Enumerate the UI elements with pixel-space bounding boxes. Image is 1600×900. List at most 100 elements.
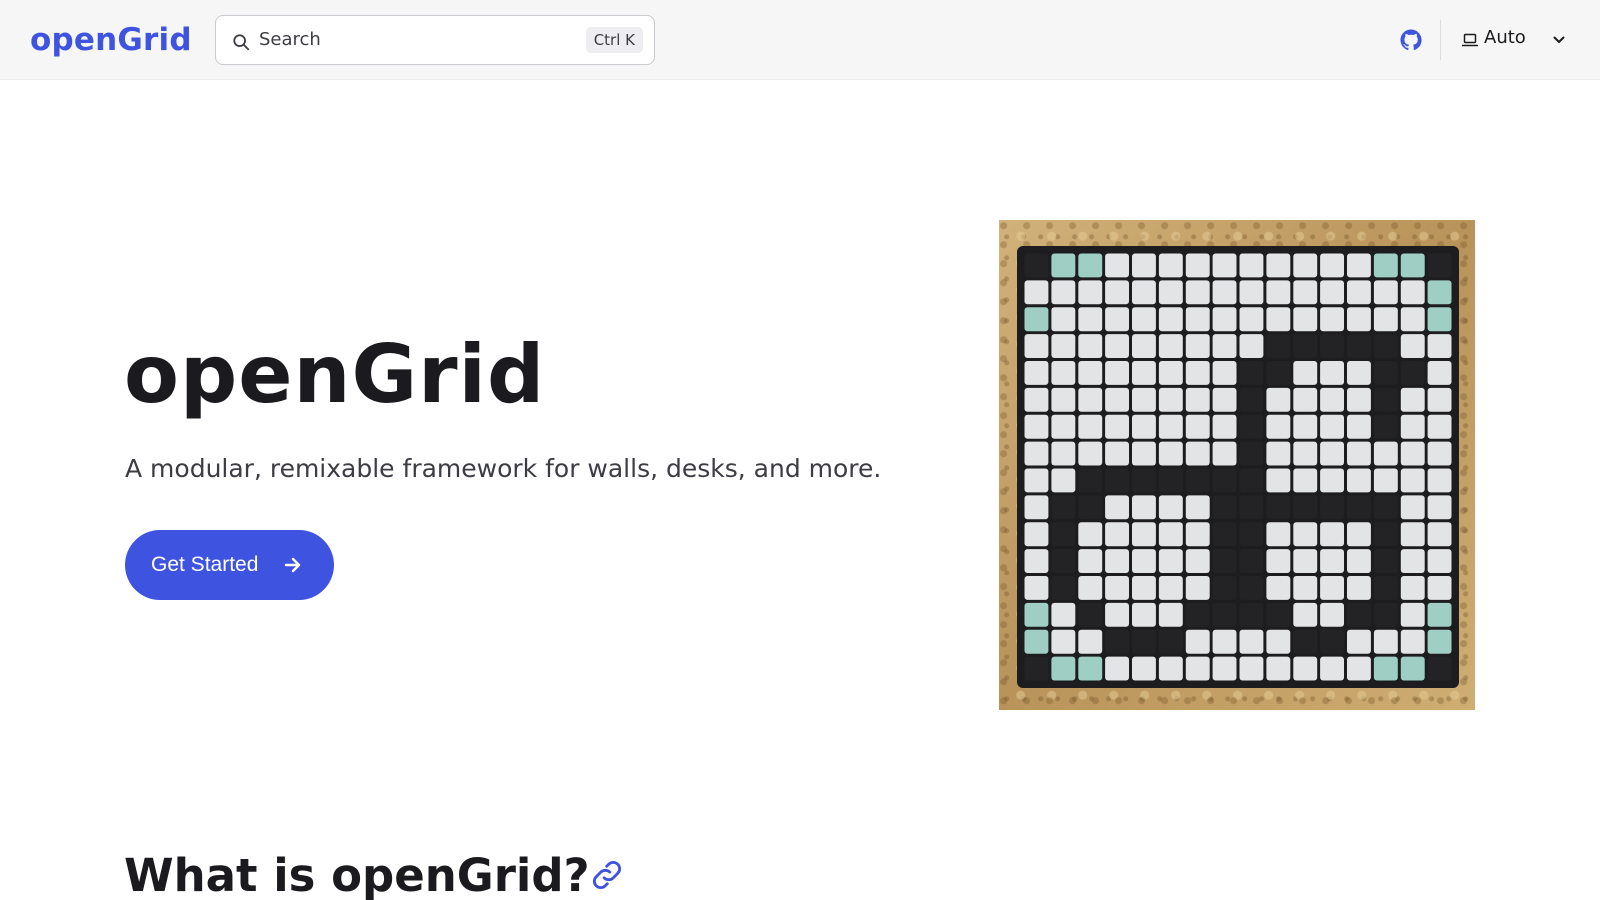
- grid-tile: [1185, 441, 1210, 466]
- grid-tile: [1132, 361, 1156, 385]
- grid-tile: [1427, 253, 1452, 278]
- grid-tile: [1347, 280, 1371, 305]
- grid-tile: [1212, 495, 1237, 520]
- grid-tile: [1185, 629, 1210, 654]
- get-started-button[interactable]: Get Started: [125, 530, 334, 600]
- site-logo[interactable]: openGrid: [30, 20, 192, 60]
- grid-tile: [1320, 522, 1344, 547]
- github-icon[interactable]: [1399, 28, 1423, 52]
- get-started-label: Get Started: [151, 553, 259, 576]
- grid-tile: [1239, 253, 1264, 278]
- link-icon[interactable]: [590, 858, 624, 892]
- grid-tile: [1051, 361, 1076, 385]
- grid-tile: [1400, 361, 1425, 385]
- grid-tile: [1400, 468, 1425, 493]
- grid-tile: [1400, 576, 1425, 600]
- grid-tile: [1266, 361, 1291, 385]
- grid-tile: [1320, 361, 1344, 385]
- grid-tile: [1266, 387, 1291, 412]
- theme-label: Auto: [1484, 27, 1526, 48]
- grid-tile: [1078, 441, 1103, 466]
- grid-tile: [1132, 253, 1156, 278]
- grid-tile: [1024, 280, 1049, 305]
- grid-tile: [1347, 441, 1371, 466]
- grid-tile: [1239, 307, 1264, 332]
- grid-tile: [1373, 522, 1398, 547]
- grid-tile: [1400, 495, 1425, 520]
- grid-tile: [1105, 334, 1129, 358]
- grid-tile: [1266, 549, 1291, 573]
- grid-tile: [1373, 307, 1398, 332]
- grid-tile: [1132, 602, 1156, 627]
- grid-tile: [1266, 414, 1291, 439]
- grid-tile: [1024, 307, 1049, 332]
- grid-tile: [1293, 253, 1318, 278]
- grid-tile: [1239, 495, 1264, 520]
- grid-tile: [1320, 441, 1344, 466]
- grid-tile: [1293, 522, 1318, 547]
- grid-tile: [1158, 629, 1183, 654]
- grid-tile: [1051, 495, 1076, 520]
- search-shortcut-hint: Ctrl K: [585, 27, 643, 53]
- grid-tile: [1239, 414, 1264, 439]
- grid-tile: [1051, 414, 1076, 439]
- grid-tile: [1105, 280, 1129, 305]
- grid-tile: [1185, 334, 1210, 358]
- grid-tile: [1373, 656, 1398, 681]
- grid-tile: [1024, 602, 1049, 627]
- grid-tile: [1293, 629, 1318, 654]
- grid-tile: [1427, 387, 1452, 412]
- arrow-right-icon: [284, 557, 301, 573]
- grid-tile: [1078, 468, 1103, 493]
- grid-tile: [1266, 576, 1291, 600]
- grid-tile: [1266, 334, 1291, 358]
- grid-tile: [1293, 656, 1318, 681]
- grid-tile: [1293, 576, 1318, 600]
- grid-tile: [1132, 629, 1156, 654]
- grid-tile: [1212, 334, 1237, 358]
- grid-tile: [1051, 307, 1076, 332]
- grid-tile: [1266, 468, 1291, 493]
- grid-tile: [1320, 387, 1344, 412]
- grid-tile: [1320, 334, 1344, 358]
- grid-tile: [1078, 495, 1103, 520]
- grid-tile: [1266, 307, 1291, 332]
- grid-tile: [1347, 361, 1371, 385]
- grid-tile: [1266, 495, 1291, 520]
- grid-tile: [1158, 334, 1183, 358]
- grid-tile: [1239, 387, 1264, 412]
- grid-tile: [1320, 468, 1344, 493]
- grid-tile: [1132, 307, 1156, 332]
- grid-tile: [1373, 602, 1398, 627]
- grid-tile: [1239, 334, 1264, 358]
- grid-tile: [1347, 307, 1371, 332]
- grid-tile: [1024, 522, 1049, 547]
- grid-tile: [1132, 522, 1156, 547]
- grid-tile: [1427, 495, 1452, 520]
- grid-tile: [1105, 387, 1129, 412]
- grid-tile: [1158, 522, 1183, 547]
- grid-tile: [1373, 253, 1398, 278]
- grid-tile: [1400, 280, 1425, 305]
- search-input[interactable]: Search Ctrl K: [215, 15, 655, 65]
- grid-tile: [1185, 414, 1210, 439]
- grid-tile: [1212, 414, 1237, 439]
- chevron-down-icon: [1553, 36, 1565, 43]
- grid-tile: [1320, 656, 1344, 681]
- grid-tile: [1024, 576, 1049, 600]
- grid-tile: [1293, 361, 1318, 385]
- grid-tile: [1051, 549, 1076, 573]
- grid-tile: [1024, 334, 1049, 358]
- grid-tile: [1185, 576, 1210, 600]
- theme-switcher[interactable]: Auto: [1460, 24, 1570, 54]
- grid-tile: [1427, 441, 1452, 466]
- grid-tile: [1132, 495, 1156, 520]
- grid-tile: [1185, 522, 1210, 547]
- grid-tile: [1427, 629, 1452, 654]
- grid-tile: [1185, 602, 1210, 627]
- grid-tile: [1320, 602, 1344, 627]
- grid-tile: [1158, 576, 1183, 600]
- grid-tile: [1400, 602, 1425, 627]
- grid-tile: [1400, 253, 1425, 278]
- grid-tile: [1078, 253, 1103, 278]
